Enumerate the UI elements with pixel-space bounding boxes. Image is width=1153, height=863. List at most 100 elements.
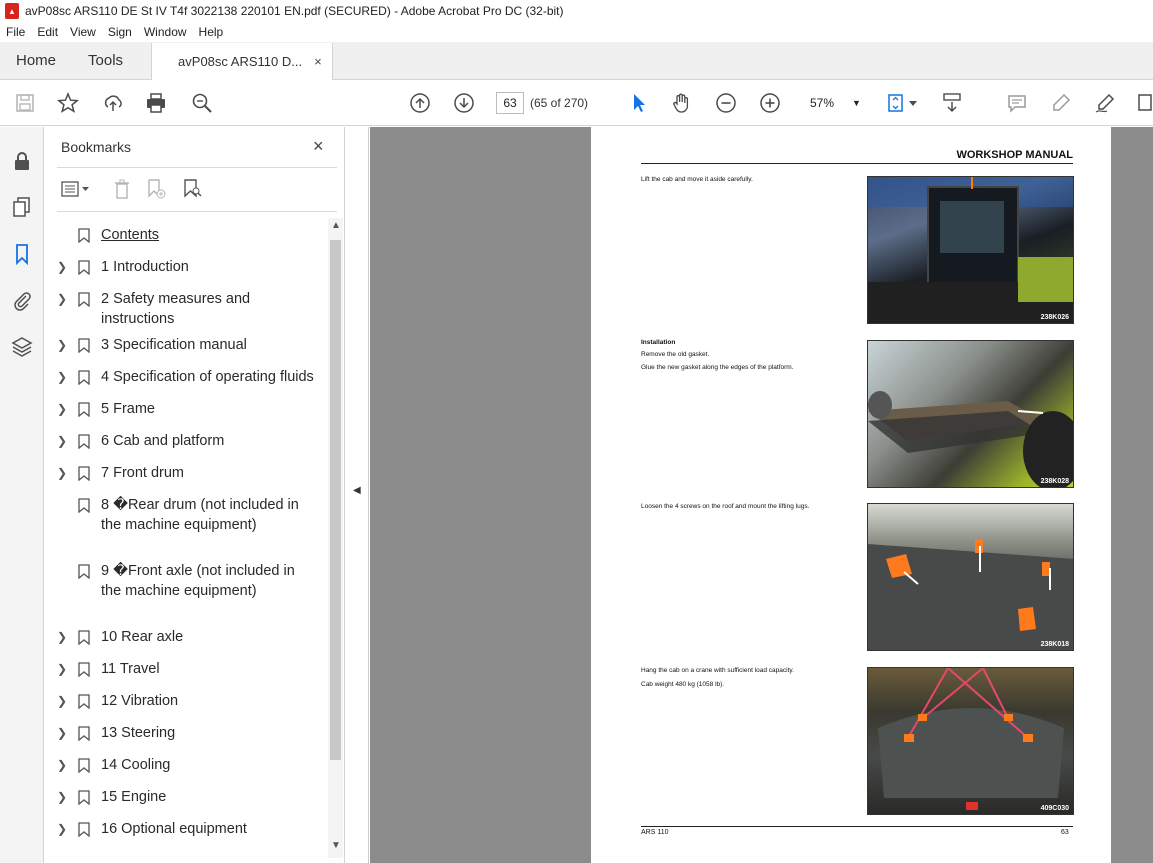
chevron-right-icon[interactable]: ❯ bbox=[57, 659, 67, 679]
zoom-in-icon[interactable] bbox=[757, 90, 783, 116]
window-title: avP08sc ARS110 DE St IV T4f 3022138 2201… bbox=[25, 4, 564, 18]
instruction-line: Remove the old gasket. bbox=[641, 351, 710, 358]
bookmark-label: 5 Frame bbox=[101, 401, 155, 417]
comment-icon[interactable] bbox=[1004, 90, 1030, 116]
chevron-down-icon: ▼ bbox=[852, 98, 861, 108]
bookmark-label: 8 �Rear drum (not included in the machin… bbox=[101, 497, 299, 533]
bookmark-label: 9 �Front axle (not included in the machi… bbox=[101, 563, 295, 599]
chevron-right-icon[interactable]: ❯ bbox=[57, 755, 67, 775]
bookmark-flag-icon bbox=[78, 466, 90, 482]
lock-icon[interactable] bbox=[10, 149, 34, 173]
chevron-right-icon[interactable]: ❯ bbox=[57, 289, 67, 309]
instruction-line: Glue the new gasket along the edges of t… bbox=[641, 364, 794, 371]
bookmark-label: 12 Vibration bbox=[101, 693, 179, 709]
chevron-right-icon[interactable]: ❯ bbox=[57, 787, 67, 807]
chevron-right-icon[interactable]: ❯ bbox=[57, 723, 67, 743]
instruction-text: Hang the cab on a crane with sufficient … bbox=[641, 664, 851, 692]
bookmark-flag-icon bbox=[78, 402, 90, 418]
page-thumbnails-icon[interactable] bbox=[10, 195, 34, 219]
zoom-search-icon[interactable] bbox=[189, 90, 215, 116]
menu-sign[interactable]: Sign bbox=[102, 25, 138, 39]
chevron-right-icon[interactable]: ❯ bbox=[57, 431, 67, 451]
highlight-pen-icon[interactable] bbox=[1048, 90, 1074, 116]
bookmark-label: 16 Optional equipment bbox=[101, 821, 247, 837]
attachment-icon[interactable] bbox=[10, 288, 34, 312]
bookmark-flag-icon bbox=[78, 822, 90, 838]
tab-home[interactable]: Home bbox=[0, 42, 72, 79]
tab-tools[interactable]: Tools bbox=[72, 42, 139, 79]
bookmarks-scrollbar[interactable]: ▲ ▼ bbox=[328, 218, 343, 858]
bookmark-label: 14 Cooling bbox=[101, 757, 171, 773]
bookmarks-panel: Bookmarks × Contents ❯ 1 Introduction ❯ … bbox=[45, 127, 345, 863]
collapse-left-icon[interactable]: ◀ bbox=[353, 485, 361, 496]
previous-page-icon[interactable] bbox=[407, 90, 433, 116]
close-panel-icon[interactable]: × bbox=[313, 136, 324, 157]
save-icon[interactable] bbox=[12, 90, 38, 116]
more-tools-icon[interactable] bbox=[1134, 90, 1153, 116]
menu-view[interactable]: View bbox=[64, 25, 102, 39]
hand-tool-icon[interactable] bbox=[669, 90, 695, 116]
chevron-right-icon[interactable]: ❯ bbox=[57, 463, 67, 483]
photo-cab-lifted: 238K026 bbox=[867, 176, 1074, 324]
instruction-line: Hang the cab on a crane with sufficient … bbox=[641, 667, 794, 674]
tab-document[interactable]: avP08sc ARS110 D... × bbox=[151, 43, 333, 80]
star-icon[interactable] bbox=[55, 90, 81, 116]
share-upload-icon[interactable] bbox=[100, 90, 126, 116]
layers-icon[interactable] bbox=[10, 335, 34, 359]
scrollbar-thumb[interactable] bbox=[330, 240, 341, 760]
chevron-right-icon[interactable]: ❯ bbox=[57, 335, 67, 355]
bookmark-panel-icon[interactable] bbox=[10, 242, 34, 266]
divider bbox=[57, 167, 337, 168]
page-header: WORKSHOP MANUAL bbox=[956, 149, 1073, 161]
bookmark-flag-icon bbox=[78, 630, 90, 646]
print-icon[interactable] bbox=[143, 90, 169, 116]
bookmark-options-icon[interactable] bbox=[61, 177, 91, 201]
delete-bookmark-icon[interactable] bbox=[111, 177, 133, 201]
bookmark-flag-icon bbox=[78, 498, 90, 514]
select-cursor-icon[interactable] bbox=[626, 90, 652, 116]
scroll-up-icon[interactable]: ▲ bbox=[331, 220, 341, 231]
bookmark-flag-icon bbox=[78, 564, 90, 580]
menu-window[interactable]: Window bbox=[138, 25, 193, 39]
scroll-down-icon[interactable]: ▼ bbox=[331, 840, 341, 851]
title-bar: ▲ avP08sc ARS110 DE St IV T4f 3022138 22… bbox=[0, 0, 1153, 22]
chevron-right-icon[interactable]: ❯ bbox=[57, 257, 67, 277]
photo-caption: 238K026 bbox=[1040, 314, 1069, 321]
left-navigation-rail bbox=[0, 127, 44, 863]
menu-file[interactable]: File bbox=[0, 25, 31, 39]
photo-gasket-platform: 238K028 bbox=[867, 340, 1074, 488]
instruction-line: Loosen the 4 screws on the roof and moun… bbox=[641, 503, 810, 510]
sign-pen-icon[interactable] bbox=[1092, 90, 1118, 116]
bookmark-flag-icon bbox=[78, 694, 90, 710]
find-bookmark-icon[interactable] bbox=[181, 177, 203, 201]
panel-collapse-bar[interactable]: ◀ bbox=[345, 127, 369, 863]
menu-help[interactable]: Help bbox=[193, 25, 230, 39]
new-bookmark-icon[interactable] bbox=[145, 177, 167, 201]
bookmark-label: Contents bbox=[101, 227, 160, 243]
fit-page-dropdown-icon[interactable] bbox=[907, 90, 919, 116]
menu-edit[interactable]: Edit bbox=[31, 25, 64, 39]
instruction-text: Lift the cab and move it aside carefully… bbox=[641, 173, 851, 187]
chevron-right-icon[interactable]: ❯ bbox=[57, 367, 67, 387]
scroll-mode-icon[interactable] bbox=[939, 90, 965, 116]
bookmark-label: 2 Safety measures and instructions bbox=[101, 291, 251, 327]
instruction-line: Lift the cab and move it aside carefully… bbox=[641, 176, 753, 183]
bookmark-flag-icon bbox=[78, 338, 90, 354]
next-page-icon[interactable] bbox=[451, 90, 477, 116]
bookmarks-panel-title: Bookmarks bbox=[61, 139, 132, 155]
zoom-select[interactable]: 57% ▼ bbox=[798, 92, 864, 114]
document-viewer[interactable]: WORKSHOP MANUAL Lift the cab and move it… bbox=[370, 127, 1153, 863]
fit-page-icon[interactable] bbox=[883, 90, 909, 116]
close-tab-icon[interactable]: × bbox=[314, 54, 322, 69]
chevron-right-icon[interactable]: ❯ bbox=[57, 627, 67, 647]
section-heading: Installation bbox=[641, 339, 676, 346]
chevron-right-icon[interactable]: ❯ bbox=[57, 399, 67, 419]
bookmark-flag-icon bbox=[78, 370, 90, 386]
footer-model: ARS 110 bbox=[641, 829, 669, 836]
pdf-page: WORKSHOP MANUAL Lift the cab and move it… bbox=[591, 127, 1111, 863]
bookmark-flag-icon bbox=[78, 662, 90, 678]
zoom-out-icon[interactable] bbox=[713, 90, 739, 116]
page-number-input[interactable]: 63 bbox=[496, 92, 524, 114]
chevron-right-icon[interactable]: ❯ bbox=[57, 691, 67, 711]
chevron-right-icon[interactable]: ❯ bbox=[57, 819, 67, 839]
